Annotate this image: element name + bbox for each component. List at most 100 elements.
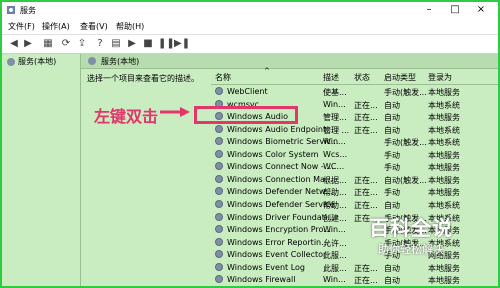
menu-view[interactable]: 查看(V) — [80, 21, 108, 32]
help-icon[interactable]: ? — [94, 38, 106, 50]
minimize-button[interactable]: – — [416, 2, 442, 18]
services-app-icon — [7, 6, 15, 14]
cell-startup: 自动 — [384, 276, 400, 286]
cell-logon: 本地系统 — [428, 100, 460, 110]
watermark: 百科全说 助你轻松解决 — [364, 212, 458, 257]
table-row[interactable]: Windows Color System Wcs... 手动 本地服务 — [211, 149, 498, 161]
cell-name: Windows Firewall — [227, 275, 296, 285]
tree-pane: 服务(本地) — [2, 54, 81, 286]
cell-name: Windows Event Collector — [227, 250, 327, 260]
table-row[interactable]: Windows Event Log 此服... 正在... 自动 本地服务 — [211, 262, 498, 274]
cell-logon: 本地系统 — [428, 200, 460, 210]
cell-status: 正在... — [354, 276, 378, 286]
table-row[interactable]: Windows Defender Netw... 帮助... 正在... 手动 本地服务 — [211, 186, 498, 198]
properties-icon[interactable]: ▤ — [110, 38, 122, 50]
gear-icon — [215, 250, 223, 259]
cell-desc: 此服... — [323, 251, 347, 261]
start-icon[interactable]: ▶ — [126, 38, 138, 50]
cell-desc: 管理 ... — [323, 125, 350, 135]
col-name[interactable]: 名称 — [215, 72, 231, 83]
cell-startup: 手动(触发... — [384, 88, 427, 97]
pause-icon[interactable]: ❚❚ — [158, 38, 175, 50]
col-logon[interactable]: 登录为 — [428, 72, 452, 83]
col-startup[interactable]: 启动类型 — [384, 72, 416, 83]
cell-desc: 使基... — [323, 88, 347, 97]
gear-icon — [215, 225, 223, 234]
cell-name: Windows Connect Now - ... — [227, 162, 334, 172]
cell-startup: 手动 — [384, 150, 400, 160]
table-header: 名称 ^ 描述 状态 启动类型 登录为 — [211, 67, 498, 85]
table-row[interactable]: Windows Biometric Servic... Win... 手动(触发..… — [211, 136, 498, 148]
table-row[interactable]: Windows Connect Now - ... WC... 手动 本地服务 — [211, 161, 498, 173]
menu-help[interactable]: 帮助(H) — [116, 21, 144, 32]
cell-status: 正在... — [354, 200, 378, 210]
menu-file[interactable]: 文件(F) — [8, 21, 35, 32]
menu-bar: 文件(F) 操作(A) 查看(V) 帮助(H) — [2, 18, 498, 35]
cell-logon: 本地系统 — [428, 138, 460, 148]
stop-icon[interactable]: ■ — [142, 38, 154, 50]
cell-startup: 自动 — [384, 200, 400, 210]
tree-node-label: 服务(本地) — [18, 57, 57, 66]
cell-status: 正在... — [354, 100, 378, 110]
cell-name: Windows Error Reportin... — [227, 237, 329, 247]
col-desc[interactable]: 描述 — [323, 72, 339, 83]
show-tree-icon[interactable]: ▦ — [42, 38, 54, 50]
cell-startup: 手动(触发... — [384, 138, 427, 148]
cell-startup: 自动 — [384, 113, 400, 123]
cell-desc: 允许... — [323, 238, 347, 248]
gear-icon — [215, 124, 223, 133]
table-row[interactable]: Windows Firewall Win... 正在... 自动 本地服务 — [211, 274, 498, 286]
cell-name: WebClient — [227, 87, 268, 96]
cell-name: Windows Defender Netw... — [227, 187, 333, 197]
gear-icon — [215, 275, 223, 284]
cell-startup: 自动 — [384, 263, 400, 273]
gear-icon — [215, 212, 223, 221]
cell-logon: 本地服务 — [428, 150, 460, 160]
cell-desc: 根据... — [323, 175, 347, 185]
cell-desc: Win... — [323, 275, 346, 285]
maximize-button[interactable]: □ — [442, 2, 468, 18]
cell-name: Windows Defender Service — [227, 199, 335, 209]
cell-name: Windows Event Log — [227, 262, 306, 272]
cell-logon: 本地服务 — [428, 88, 460, 97]
cell-logon: 本地服务 — [428, 263, 460, 273]
cell-startup: 手动 — [384, 163, 400, 173]
forward-icon[interactable]: ▶ — [22, 38, 34, 50]
pane-header: 服务(本地) — [81, 54, 498, 69]
annotation-label: 左键双击 — [94, 107, 159, 126]
gear-icon — [215, 237, 223, 246]
gear-icon — [215, 199, 223, 208]
cell-desc: Win... — [323, 137, 346, 147]
services-icon — [88, 57, 96, 65]
cell-status: 正在... — [354, 175, 378, 185]
cell-logon: 本地服务 — [428, 163, 460, 173]
cell-logon: 本地服务 — [428, 113, 460, 123]
export-icon[interactable]: ⇪ — [76, 38, 88, 50]
cell-status: 正在... — [354, 113, 378, 123]
cell-name: Windows Biometric Servic... — [227, 137, 339, 147]
selection-highlight-box — [194, 106, 298, 124]
gear-icon — [215, 262, 223, 271]
table-row[interactable]: WebClient 使基... 手动(触发... 本地服务 — [211, 86, 498, 98]
arrow-icon — [160, 107, 190, 117]
gear-icon — [215, 87, 223, 95]
table-row[interactable]: Windows Defender Service 帮助... 正在... 自动 本地系统 — [211, 199, 498, 211]
table-row[interactable]: Windows Connection Ma... 根据... 正在... 自动(触发.… — [211, 174, 498, 186]
cell-status: 正在... — [354, 263, 378, 273]
cell-logon: 本地服务 — [428, 276, 460, 286]
tree-node-services-local[interactable]: 服务(本地) — [6, 56, 56, 67]
menu-action[interactable]: 操作(A) — [42, 21, 70, 32]
cell-logon: 本地系统 — [428, 125, 460, 135]
toolbar: ◀ ▶ ▦ ⟳ ⇪ ? ▤ ▶ ■ ❚❚ ▶❚ — [2, 35, 498, 54]
cell-desc: 此服... — [323, 263, 347, 273]
close-button[interactable]: × — [468, 2, 494, 18]
gear-icon — [215, 149, 223, 158]
pane-title: 服务(本地) — [101, 57, 140, 66]
table-row[interactable]: Windows Audio Endpoint... 管理 ... 正在... 自动 本地… — [211, 124, 498, 136]
watermark-title: 百科全说 — [369, 216, 453, 240]
col-status[interactable]: 状态 — [354, 72, 370, 83]
refresh-icon[interactable]: ⟳ — [60, 38, 72, 50]
back-icon[interactable]: ◀ — [8, 38, 20, 50]
restart-icon[interactable]: ▶❚ — [174, 38, 190, 50]
gear-icon — [215, 187, 223, 196]
